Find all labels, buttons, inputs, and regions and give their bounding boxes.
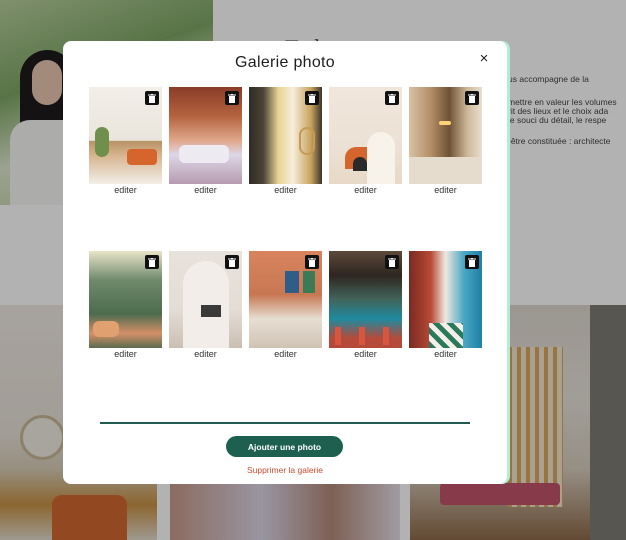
- edit-link[interactable]: editer: [249, 185, 322, 195]
- photo-thumbnail[interactable]: [409, 251, 482, 348]
- gallery-item: editer: [409, 251, 482, 359]
- edit-link[interactable]: editer: [169, 349, 242, 359]
- trash-icon[interactable]: [145, 255, 159, 269]
- gallery-item: editer: [249, 87, 322, 195]
- edit-link[interactable]: editer: [329, 349, 402, 359]
- gallery-item: editer: [89, 87, 162, 195]
- trash-icon[interactable]: [465, 255, 479, 269]
- trash-icon[interactable]: [465, 91, 479, 105]
- trash-icon[interactable]: [145, 91, 159, 105]
- photo-thumbnail[interactable]: [409, 87, 482, 184]
- gallery-item: editer: [169, 87, 242, 195]
- edit-link[interactable]: editer: [409, 185, 482, 195]
- photo-thumbnail[interactable]: [249, 87, 322, 184]
- edit-link[interactable]: editer: [89, 185, 162, 195]
- gallery-modal: Galerie photo × editer editer editer edi…: [63, 41, 507, 484]
- gallery-item: editer: [409, 87, 482, 195]
- trash-icon[interactable]: [305, 255, 319, 269]
- photo-thumbnail[interactable]: [89, 251, 162, 348]
- edit-link[interactable]: editer: [249, 349, 322, 359]
- add-photo-button[interactable]: Ajouter une photo: [226, 436, 343, 457]
- trash-icon[interactable]: [385, 255, 399, 269]
- photo-thumbnail[interactable]: [329, 251, 402, 348]
- gallery-item: editer: [89, 251, 162, 359]
- gallery-item: editer: [329, 87, 402, 195]
- trash-icon[interactable]: [385, 91, 399, 105]
- divider: [100, 422, 470, 424]
- photo-thumbnail[interactable]: [169, 87, 242, 184]
- trash-icon[interactable]: [225, 91, 239, 105]
- photo-thumbnail[interactable]: [329, 87, 402, 184]
- photo-thumbnail[interactable]: [249, 251, 322, 348]
- gallery-row: editer editer editer editer editer: [89, 87, 482, 195]
- edit-link[interactable]: editer: [409, 349, 482, 359]
- edit-link[interactable]: editer: [89, 349, 162, 359]
- trash-icon[interactable]: [225, 255, 239, 269]
- delete-gallery-link[interactable]: Supprimer la galerie: [63, 465, 507, 475]
- edit-link[interactable]: editer: [329, 185, 402, 195]
- gallery-item: editer: [169, 251, 242, 359]
- trash-icon[interactable]: [305, 91, 319, 105]
- photo-thumbnail[interactable]: [169, 251, 242, 348]
- gallery-item: editer: [249, 251, 322, 359]
- close-icon[interactable]: ×: [477, 51, 491, 67]
- photo-thumbnail[interactable]: [89, 87, 162, 184]
- gallery-row: editer editer editer editer editer: [89, 251, 482, 359]
- edit-link[interactable]: editer: [169, 185, 242, 195]
- modal-title: Galerie photo: [235, 54, 335, 71]
- gallery-item: editer: [329, 251, 402, 359]
